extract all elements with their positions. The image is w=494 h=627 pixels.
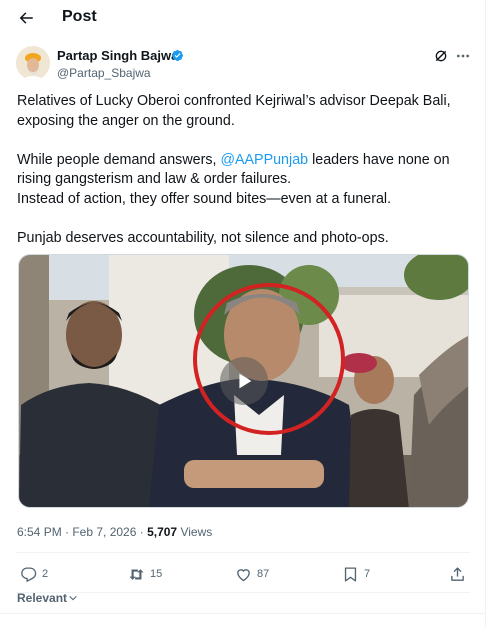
divider [16,552,470,553]
post-meta: 6:54 PM · Feb 7, 2026 · 5,707 Views [17,525,212,539]
back-button[interactable] [14,6,38,30]
tweet-text-segment: While people demand answers, [17,151,221,168]
author-name[interactable]: Partap Singh Bajwa [57,48,178,63]
tweet-paragraph-2: While people demand answers, @AAPPunjab … [17,151,472,190]
mention-link[interactable]: @AAPPunjab [220,152,308,168]
repost-button[interactable]: 15 [128,564,162,584]
tweet-text: Relatives of Lucky Oberoi confronted Kej… [17,92,472,249]
tweet-paragraph-3: Instead of action, they offer sound bite… [17,190,392,207]
views-count: 5,707 [147,525,178,539]
like-count: 87 [257,568,270,580]
arrow-left-icon [19,12,33,24]
share-icon [451,566,464,581]
column-divider [485,0,486,627]
post-header: Post [0,0,494,36]
verified-badge-icon [171,49,184,62]
repost-count: 15 [150,568,163,580]
grok-icon[interactable] [433,48,449,64]
timestamp[interactable]: 6:54 PM · Feb 7, 2026 · [17,525,147,539]
chevron-down-icon [69,595,77,601]
avatar[interactable] [16,46,50,80]
page-title: Post [62,8,97,25]
divider [16,592,470,593]
more-options-icon[interactable] [454,48,472,64]
divider [0,613,486,614]
views-label: Views [177,525,213,539]
tweet-paragraph-1: Relatives of Lucky Oberoi confronted Kej… [17,93,451,129]
reply-button[interactable]: 2 [20,564,48,584]
play-icon [239,373,252,389]
share-button[interactable] [449,564,466,584]
repost-icon [129,568,144,580]
sort-label: Relevant [17,591,68,605]
like-button[interactable]: 87 [235,564,269,584]
author-handle[interactable]: @Partap_Sbajwa [57,66,151,80]
heart-icon [237,568,250,581]
tweet-paragraph-4: Punjab deserves accountability, not sile… [17,230,389,247]
sort-replies-dropdown[interactable]: Relevant [17,591,78,605]
bookmark-icon [344,566,357,582]
reply-count: 2 [42,568,49,580]
bookmark-button[interactable]: 7 [342,564,370,584]
play-button[interactable] [220,357,268,405]
reply-icon [21,566,37,582]
bookmark-count: 7 [364,568,371,580]
